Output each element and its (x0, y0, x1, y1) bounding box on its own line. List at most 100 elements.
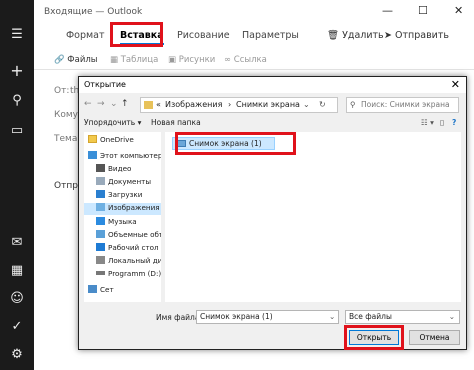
title-bar: Входящие — Outlook — ☐ ✕ (34, 0, 474, 26)
nav-item-3d-objects[interactable]: Объемные объ (96, 230, 161, 242)
breadcrumb-separator: › (228, 100, 232, 109)
file-list: Снимок экрана (1) (165, 132, 461, 302)
people-icon[interactable]: ☺ (0, 286, 34, 312)
3d-objects-icon (96, 230, 105, 238)
highlight-open-button (344, 325, 404, 350)
breadcrumb-separator: « (156, 100, 161, 109)
table-command[interactable]: ▦ Таблица (110, 55, 158, 65)
nav-item-onedrive[interactable]: OneDrive (88, 135, 134, 147)
nav-item-local-disk[interactable]: Локальный дис (96, 256, 161, 268)
nav-item-pictures[interactable]: Изображения (84, 203, 161, 215)
breadcrumb-screenshots[interactable]: Снимки экрана (236, 100, 300, 109)
send-label: Отправить (395, 30, 449, 41)
pictures-command[interactable]: ▣ Рисунки (168, 55, 215, 65)
files-command[interactable]: 🔗 Файлы (54, 55, 98, 65)
ribbon-commands: 🔗 Файлы ▦ Таблица ▣ Рисунки ∞ Ссылка (34, 50, 474, 70)
up-icon[interactable]: ↑ (121, 99, 129, 109)
network-icon (88, 285, 97, 293)
back-icon[interactable]: ← (84, 99, 92, 109)
cancel-button[interactable]: Отмена (409, 330, 460, 345)
paperclip-icon: 🔗 (54, 55, 65, 65)
picture-icon: ▣ (168, 55, 177, 65)
refresh-icon[interactable]: ↻ (319, 100, 326, 109)
nav-item-desktop[interactable]: Рабочий стол (96, 243, 159, 255)
dialog-toolbar: Упорядочить ▾ Новая папка ☷ ▾ ▯ ? (84, 117, 462, 131)
outlook-left-nav: ☰ + ⚲ ▭ ✉ ▦ ☺ ✓ ⚙ (0, 0, 34, 370)
folder-icon[interactable]: ▭ (0, 118, 34, 144)
forward-icon[interactable]: → (97, 99, 105, 109)
open-file-dialog: Открытие ✕ ← → ⌄ ↑ « Изображения › Снимк… (78, 76, 467, 350)
dialog-bottom: Имя файла: Снимок экрана (1) ⌄ Все файлы… (79, 305, 466, 351)
drive-icon (96, 271, 105, 275)
link-label: Ссылка (233, 55, 267, 65)
from-label: От: (54, 86, 70, 96)
chevron-down-icon[interactable]: ⌄ (303, 100, 310, 109)
dialog-title: Открытие (84, 80, 126, 89)
calendar-icon[interactable]: ▦ (0, 258, 34, 284)
drive-icon (96, 256, 105, 264)
delete-label: Удалить (342, 30, 384, 41)
nav-item-documents[interactable]: Документы (96, 177, 151, 189)
breadcrumb-pictures[interactable]: Изображения (165, 100, 222, 109)
folder-icon (144, 101, 153, 109)
documents-icon (96, 177, 105, 185)
user-icon[interactable]: ⚲ (0, 88, 34, 114)
send-button[interactable]: ➤ Отправить (384, 30, 449, 41)
highlight-insert-tab (110, 22, 163, 47)
computer-icon (88, 151, 97, 159)
nav-item-programm-d[interactable]: Programm (D:) (96, 269, 161, 281)
todo-icon[interactable]: ✓ (0, 314, 34, 340)
window-title: Входящие — Outlook (44, 7, 143, 17)
mail-icon[interactable]: ✉ (0, 230, 34, 256)
view-options-icon[interactable]: ☷ ▾ (421, 118, 434, 127)
to-label: Кому: (54, 110, 82, 120)
help-icon[interactable]: ? (452, 118, 456, 127)
desktop-icon (96, 243, 105, 251)
tab-draw[interactable]: Рисование (177, 30, 230, 41)
subject-label: Тема (54, 134, 78, 144)
recent-dropdown-icon[interactable]: ⌄ (110, 99, 118, 109)
tab-format[interactable]: Формат (66, 30, 105, 41)
link-icon: ∞ (224, 55, 232, 65)
pictures-icon (96, 203, 105, 211)
highlight-file (175, 132, 296, 155)
video-icon (96, 164, 105, 172)
link-command[interactable]: ∞ Ссылка (224, 55, 267, 65)
dialog-title-bar: Открытие ✕ (79, 77, 466, 93)
preview-pane-icon[interactable]: ▯ (440, 118, 444, 127)
search-box[interactable]: ⚲ Поиск: Снимки экрана (346, 97, 459, 113)
nav-item-this-pc[interactable]: Этот компьютер (88, 151, 161, 163)
ribbon-tabs: Формат Вставка Рисование Параметры 🗑 Уда… (34, 26, 474, 48)
filename-dropdown-icon[interactable]: ⌄ (329, 312, 335, 321)
music-icon (96, 217, 105, 225)
files-label: Файлы (67, 55, 98, 65)
navigation-pane: OneDrive Этот компьютер Видео Документы … (84, 132, 161, 302)
organize-button[interactable]: Упорядочить ▾ (84, 118, 141, 127)
hamburger-icon[interactable]: ☰ (0, 22, 34, 48)
nav-item-video[interactable]: Видео (96, 164, 131, 176)
tab-options[interactable]: Параметры (242, 30, 299, 41)
search-input[interactable]: Поиск: Снимки экрана (361, 100, 450, 109)
filetype-value: Все файлы (349, 312, 392, 321)
maximize-button[interactable]: ☐ (418, 4, 428, 17)
chevron-down-icon: ⌄ (448, 312, 455, 321)
table-icon: ▦ (110, 55, 119, 65)
nav-item-music[interactable]: Музыка (96, 217, 137, 229)
dialog-close-button[interactable]: ✕ (451, 78, 460, 91)
nav-item-downloads[interactable]: Загрузки (96, 190, 142, 202)
settings-icon[interactable]: ⚙ (0, 342, 34, 368)
delete-button[interactable]: 🗑 Удалить (327, 30, 384, 41)
address-row: ← → ⌄ ↑ « Изображения › Снимки экрана ⌄ … (84, 97, 462, 114)
close-button[interactable]: ✕ (454, 4, 463, 17)
address-bar[interactable]: « Изображения › Снимки экрана ⌄ ↻ (140, 97, 338, 113)
minimize-button[interactable]: — (382, 4, 393, 17)
new-folder-button[interactable]: Новая папка (151, 118, 201, 127)
onedrive-icon (88, 135, 97, 143)
table-label: Таблица (120, 55, 159, 65)
trash-icon: 🗑 (327, 30, 340, 41)
filetype-select[interactable]: Все файлы ⌄ (345, 310, 460, 324)
filename-input[interactable]: Снимок экрана (1) (196, 310, 339, 324)
compose-icon[interactable]: + (0, 58, 34, 84)
downloads-icon (96, 190, 105, 198)
nav-item-network[interactable]: Сет (88, 285, 114, 297)
